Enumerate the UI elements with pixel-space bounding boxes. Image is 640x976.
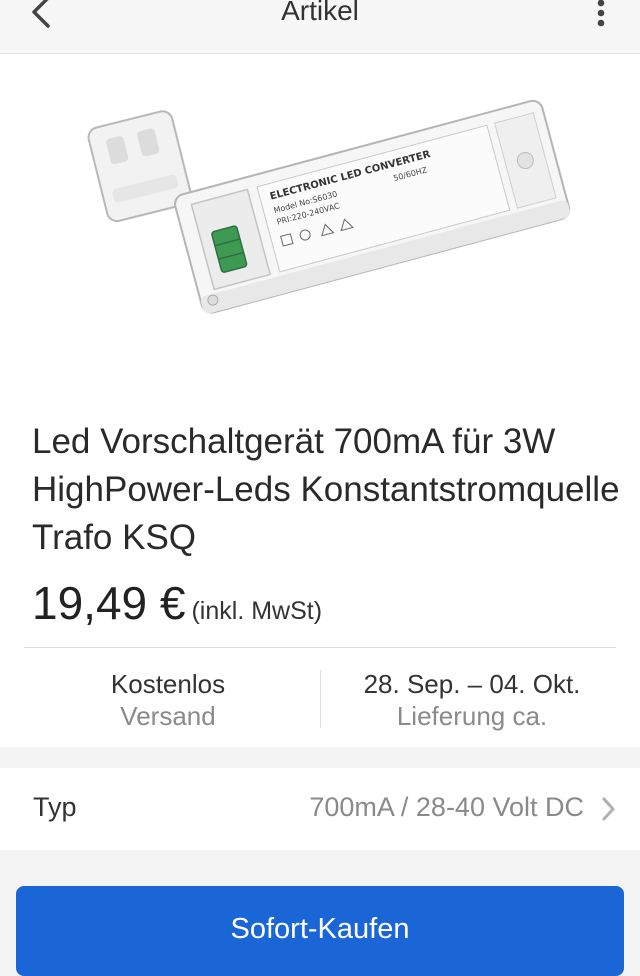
delivery-label: Lieferung ca.	[396, 701, 548, 731]
more-vertical-icon	[597, 0, 605, 27]
product-details: ELECTRONIC LED CONVERTER Model No:S6030 …	[0, 54, 640, 747]
shipping-label: Versand	[120, 701, 216, 731]
chevron-right-icon	[602, 797, 615, 821]
more-options-button[interactable]	[590, 0, 612, 33]
variant-selector[interactable]: Typ 700mA / 28-40 Volt DC	[0, 768, 640, 850]
delivery-dates: 28. Sep. – 04. Okt.	[363, 669, 581, 699]
page-title: Artikel	[281, 0, 359, 26]
app-header: Artikel	[0, 0, 640, 54]
product-title: Led Vorschaltgerät 700mA für 3W HighPowe…	[32, 422, 620, 557]
product-image[interactable]: ELECTRONIC LED CONVERTER Model No:S6030 …	[72, 54, 572, 384]
price: 19,49 €	[32, 577, 186, 629]
variant-label: Typ	[33, 792, 77, 822]
divider	[24, 647, 616, 648]
variant-value: 700mA / 28-40 Volt DC	[309, 792, 584, 822]
shipping-info: Kostenlos Versand	[18, 668, 318, 732]
shipping-cost: Kostenlos	[110, 669, 226, 699]
tax-note: (inkl. MwSt)	[191, 597, 323, 625]
buy-now-button[interactable]: Sofort-Kaufen	[16, 886, 624, 976]
price-row: 19,49 € (inkl. MwSt)	[32, 576, 322, 630]
column-divider	[320, 670, 321, 728]
delivery-info: 28. Sep. – 04. Okt. Lieferung ca.	[322, 668, 622, 732]
